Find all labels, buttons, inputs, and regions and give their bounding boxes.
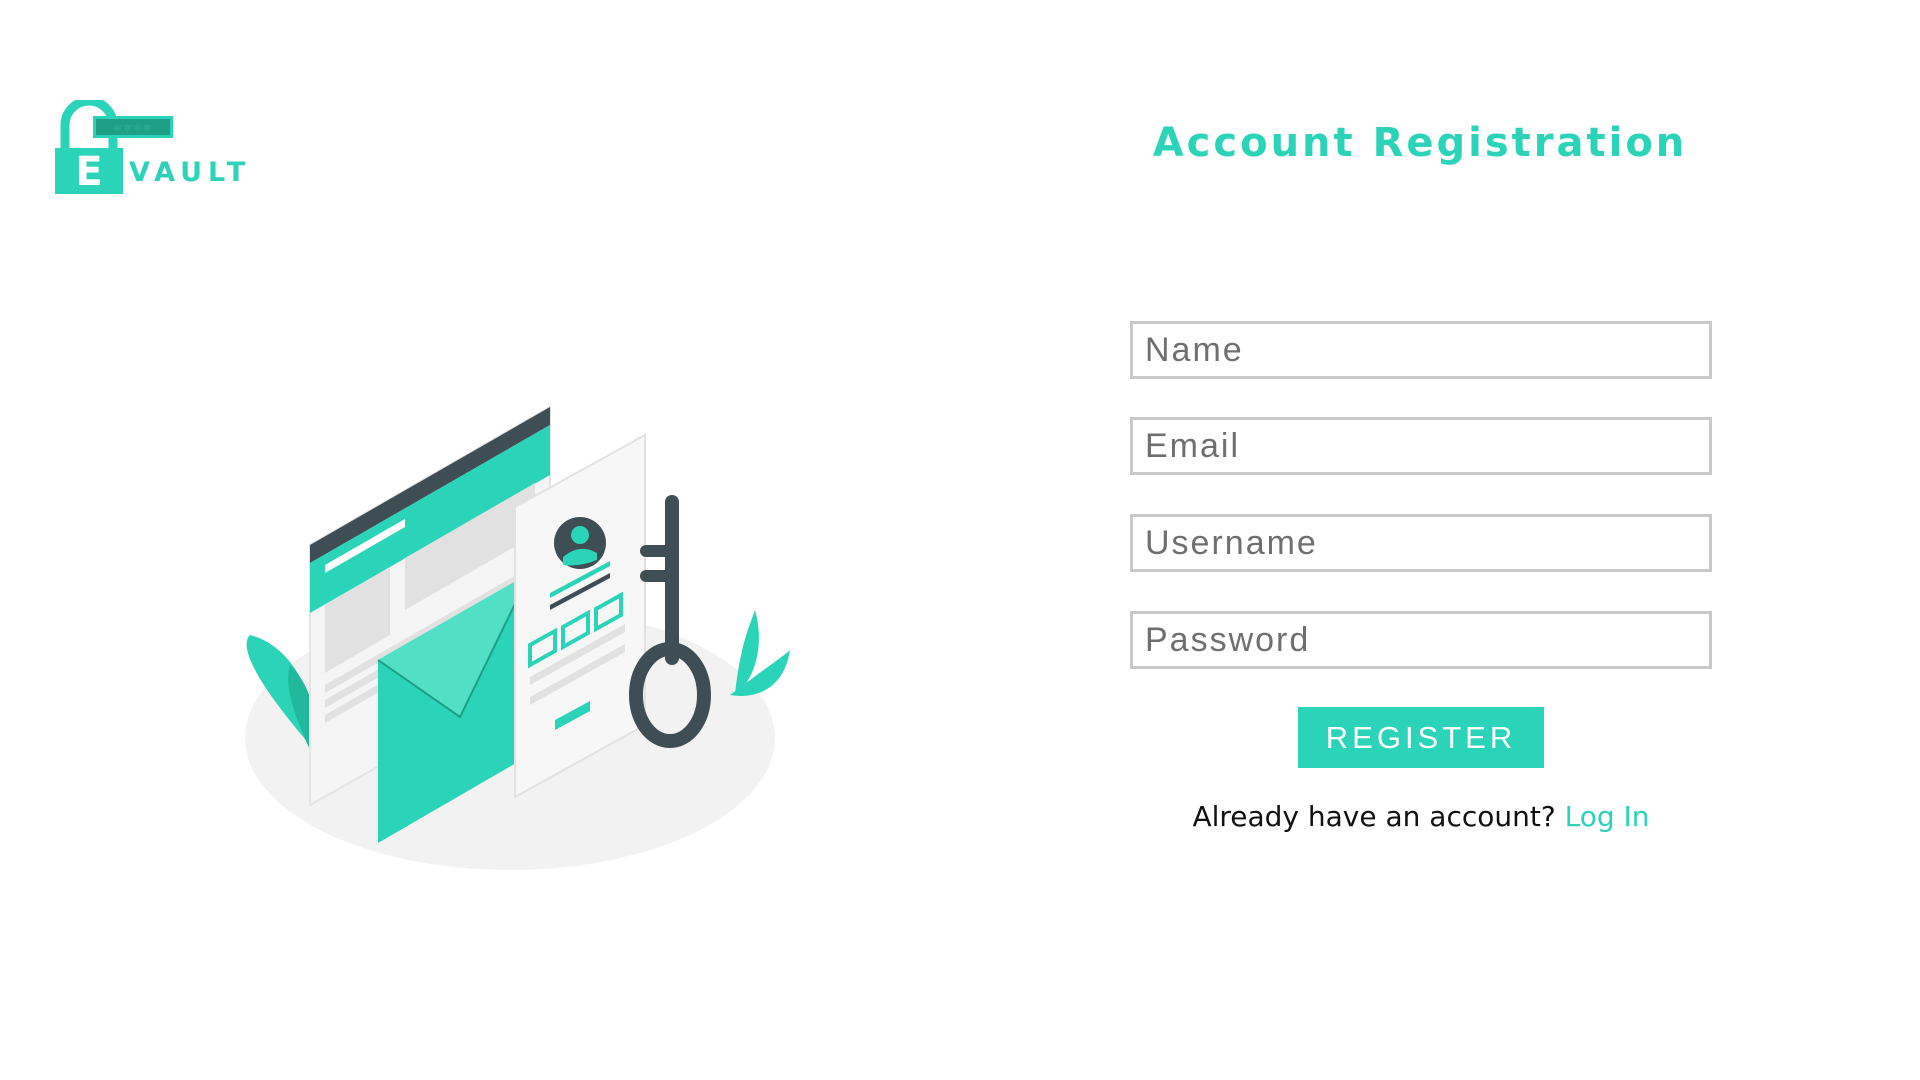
login-prompt-text: Already have an account? — [1192, 800, 1556, 833]
register-button[interactable]: REGISTER — [1298, 707, 1544, 768]
page-title: Account Registration — [1152, 120, 1688, 166]
username-field[interactable] — [1130, 514, 1712, 572]
registration-illustration — [245, 405, 790, 870]
password-field[interactable] — [1130, 611, 1712, 669]
name-field[interactable] — [1130, 321, 1712, 379]
email-field[interactable] — [1130, 417, 1712, 475]
login-link[interactable]: Log In — [1565, 800, 1650, 833]
logo-password-mask: ✱✱✱✱ — [112, 118, 154, 136]
logo-word: VAULT — [129, 157, 252, 188]
login-prompt-line: Already have an account? Log In — [1130, 800, 1712, 833]
registration-page: E ✱✱✱✱ VAULT Account Registration Name E… — [0, 0, 1920, 1080]
evault-logo: E ✱✱✱✱ VAULT — [55, 100, 265, 195]
logo-letter: E — [75, 149, 103, 195]
